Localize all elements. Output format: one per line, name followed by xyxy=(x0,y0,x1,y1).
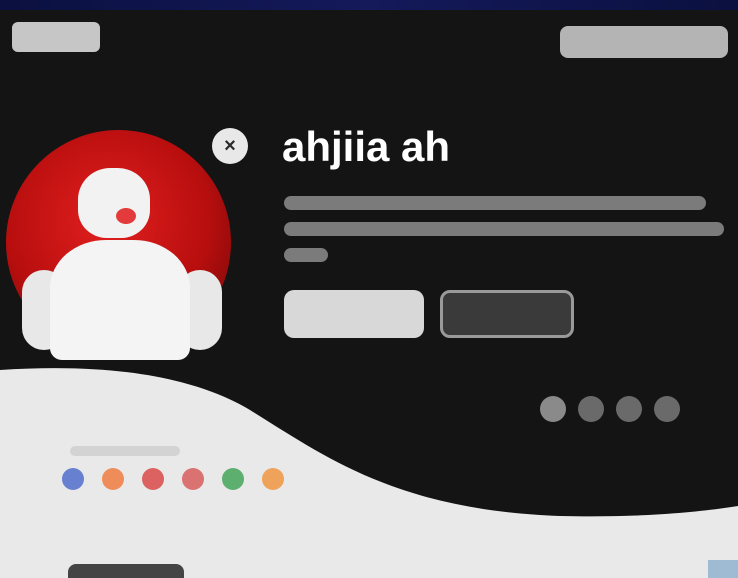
carousel-dot[interactable] xyxy=(578,396,604,422)
brand-logo-icon xyxy=(62,468,84,490)
hero-description xyxy=(284,196,724,274)
description-line xyxy=(284,196,707,210)
hero-title: ahjiia ah xyxy=(282,123,451,170)
brand-logo-icon xyxy=(142,468,164,490)
app-window: × ahjiia ah xyxy=(0,0,738,578)
brand-logo-icon xyxy=(102,468,124,490)
carousel-dot[interactable] xyxy=(540,396,566,422)
brand-logo-icon xyxy=(222,468,244,490)
secondary-button[interactable] xyxy=(440,290,574,338)
brand-logo-icon xyxy=(262,468,284,490)
brand-logo-row xyxy=(62,468,284,490)
figure-head xyxy=(78,168,150,238)
description-line xyxy=(284,222,724,236)
close-icon: × xyxy=(224,134,236,157)
bottom-right-corner xyxy=(708,560,738,578)
figure-nose xyxy=(116,208,136,224)
light-wave-panel xyxy=(0,368,738,578)
brand-logo[interactable] xyxy=(12,22,100,52)
close-button[interactable]: × xyxy=(212,128,248,164)
description-line xyxy=(284,248,328,262)
bottom-tab-handle[interactable] xyxy=(68,564,184,578)
hero-illustration xyxy=(0,120,245,370)
carousel-dot[interactable] xyxy=(654,396,680,422)
carousel-dots xyxy=(540,396,680,422)
top-strip xyxy=(0,0,738,10)
primary-button[interactable] xyxy=(284,290,424,338)
carousel-dot[interactable] xyxy=(616,396,642,422)
top-action-button[interactable] xyxy=(560,26,728,58)
brand-row-label xyxy=(70,446,180,456)
brand-logo-icon xyxy=(182,468,204,490)
